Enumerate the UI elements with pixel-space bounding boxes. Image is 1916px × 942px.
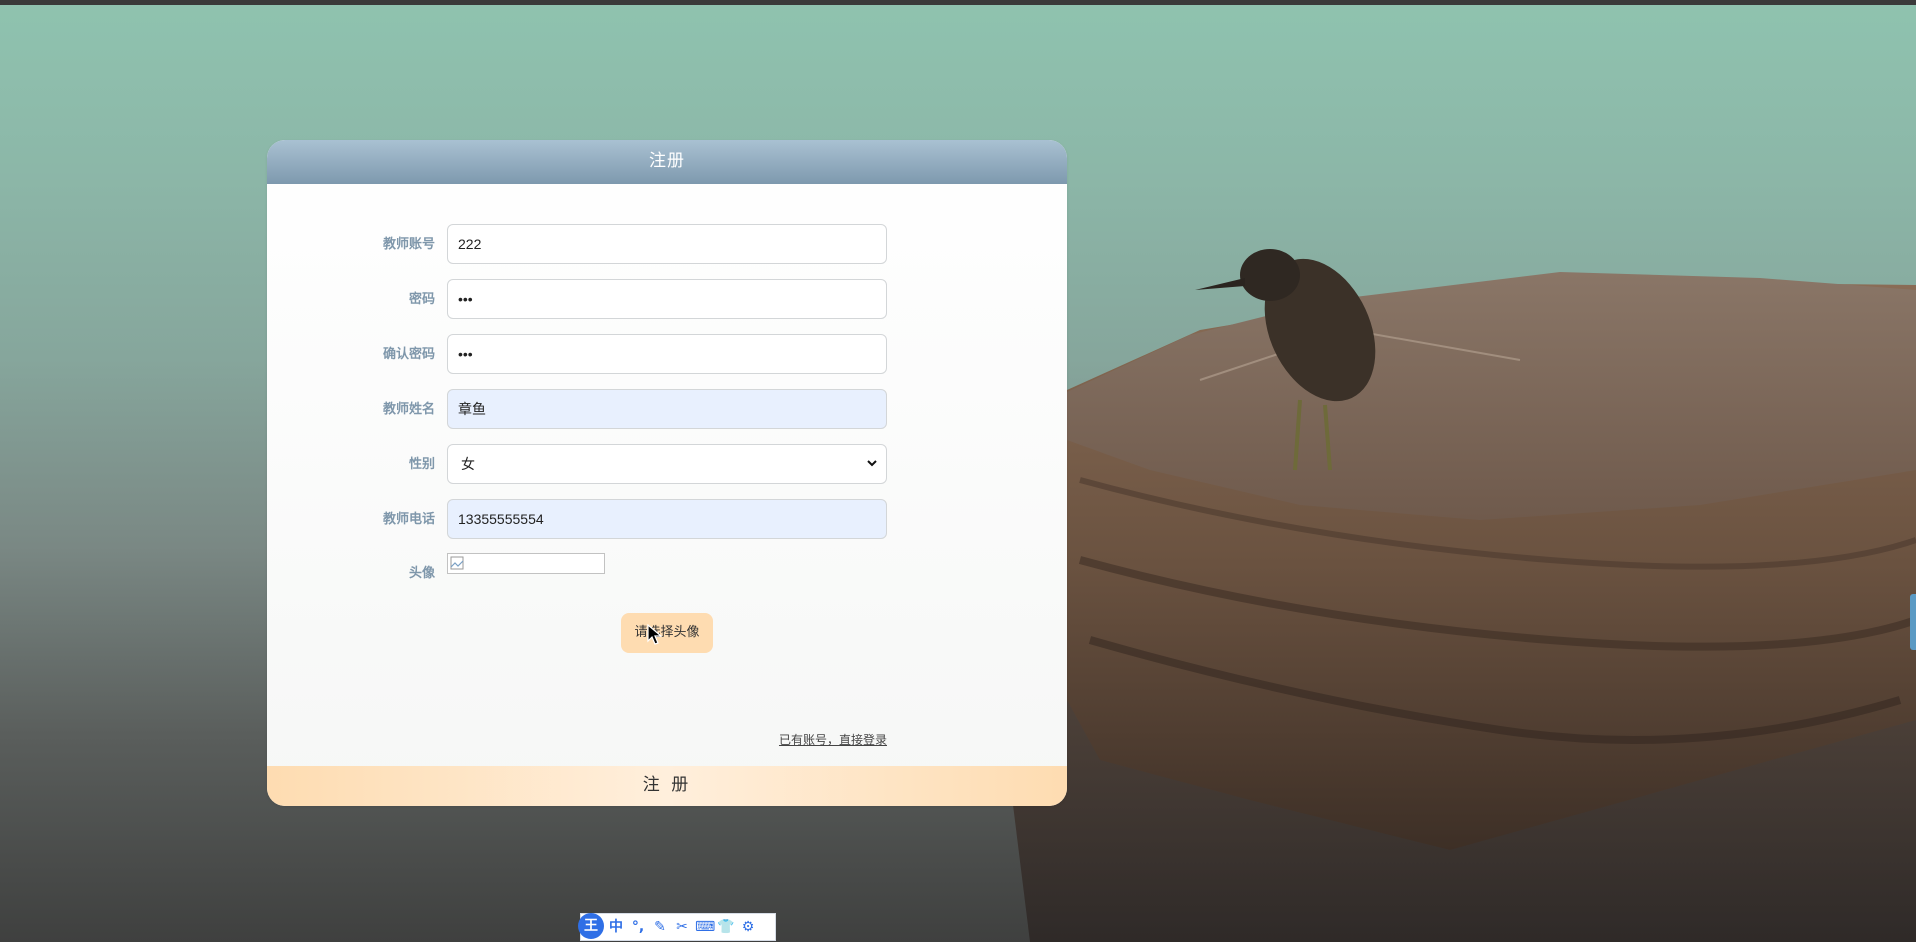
avatar-image-placeholder — [447, 553, 605, 574]
desktop-page: 注册 教师账号 222 密码 ••• 确认密码 ••• 教师姓名 章鱼 性别 女 — [0, 0, 1916, 942]
ime-logo-icon[interactable]: 王 — [578, 913, 604, 939]
chevron-down-icon — [867, 460, 877, 467]
gender-select[interactable]: 女 — [447, 444, 887, 484]
gender-row: 性别 女 — [267, 444, 1067, 484]
handwriting-icon[interactable]: ✎ — [651, 918, 669, 936]
name-label: 教师姓名 — [382, 402, 435, 417]
edge-widget-tab[interactable] — [1910, 594, 1916, 650]
scissors-icon[interactable]: ✂ — [673, 918, 691, 936]
gender-label: 性别 — [408, 457, 435, 472]
phone-input[interactable]: 13355555554 — [447, 499, 887, 539]
broken-image-icon — [450, 556, 464, 570]
password-label: 密码 — [408, 292, 435, 307]
account-input[interactable]: 222 — [447, 224, 887, 264]
account-label: 教师账号 — [382, 237, 435, 252]
password-input[interactable]: ••• — [447, 279, 887, 319]
password-row: 密码 ••• — [267, 279, 1067, 319]
confirm-password-input[interactable]: ••• — [447, 334, 887, 374]
punctuation-icon[interactable]: °, — [629, 918, 647, 936]
avatar-label: 头像 — [408, 566, 435, 581]
settings-gear-icon[interactable]: ⚙ — [739, 918, 757, 936]
card-title: 注册 — [267, 140, 1067, 184]
name-input[interactable]: 章鱼 — [447, 389, 887, 429]
register-submit-button[interactable]: 注 册 — [267, 766, 1067, 806]
phone-row: 教师电话 13355555554 — [267, 499, 1067, 539]
avatar-row: 头像 — [267, 553, 1067, 593]
confirm-password-row: 确认密码 ••• — [267, 334, 1067, 374]
confirm-password-label: 确认密码 — [382, 347, 435, 362]
ime-toolbar: 王 中 °, ✎ ✂ ⌨ 👕 ⚙ — [578, 913, 776, 941]
phone-label: 教师电话 — [382, 512, 435, 527]
gender-selected-value: 女 — [461, 456, 475, 472]
mouse-cursor-icon — [647, 624, 663, 645]
login-link[interactable]: 已有账号，直接登录 — [779, 731, 887, 748]
keyboard-icon[interactable]: ⌨ — [695, 918, 715, 936]
register-card: 注册 教师账号 222 密码 ••• 确认密码 ••• 教师姓名 章鱼 性别 女 — [267, 140, 1067, 806]
choose-avatar-button[interactable]: 请选择头像 — [621, 613, 713, 653]
chinese-mode-icon[interactable]: 中 — [607, 918, 625, 936]
account-row: 教师账号 222 — [267, 224, 1067, 264]
skin-icon[interactable]: 👕 — [717, 918, 735, 936]
name-row: 教师姓名 章鱼 — [267, 389, 1067, 429]
